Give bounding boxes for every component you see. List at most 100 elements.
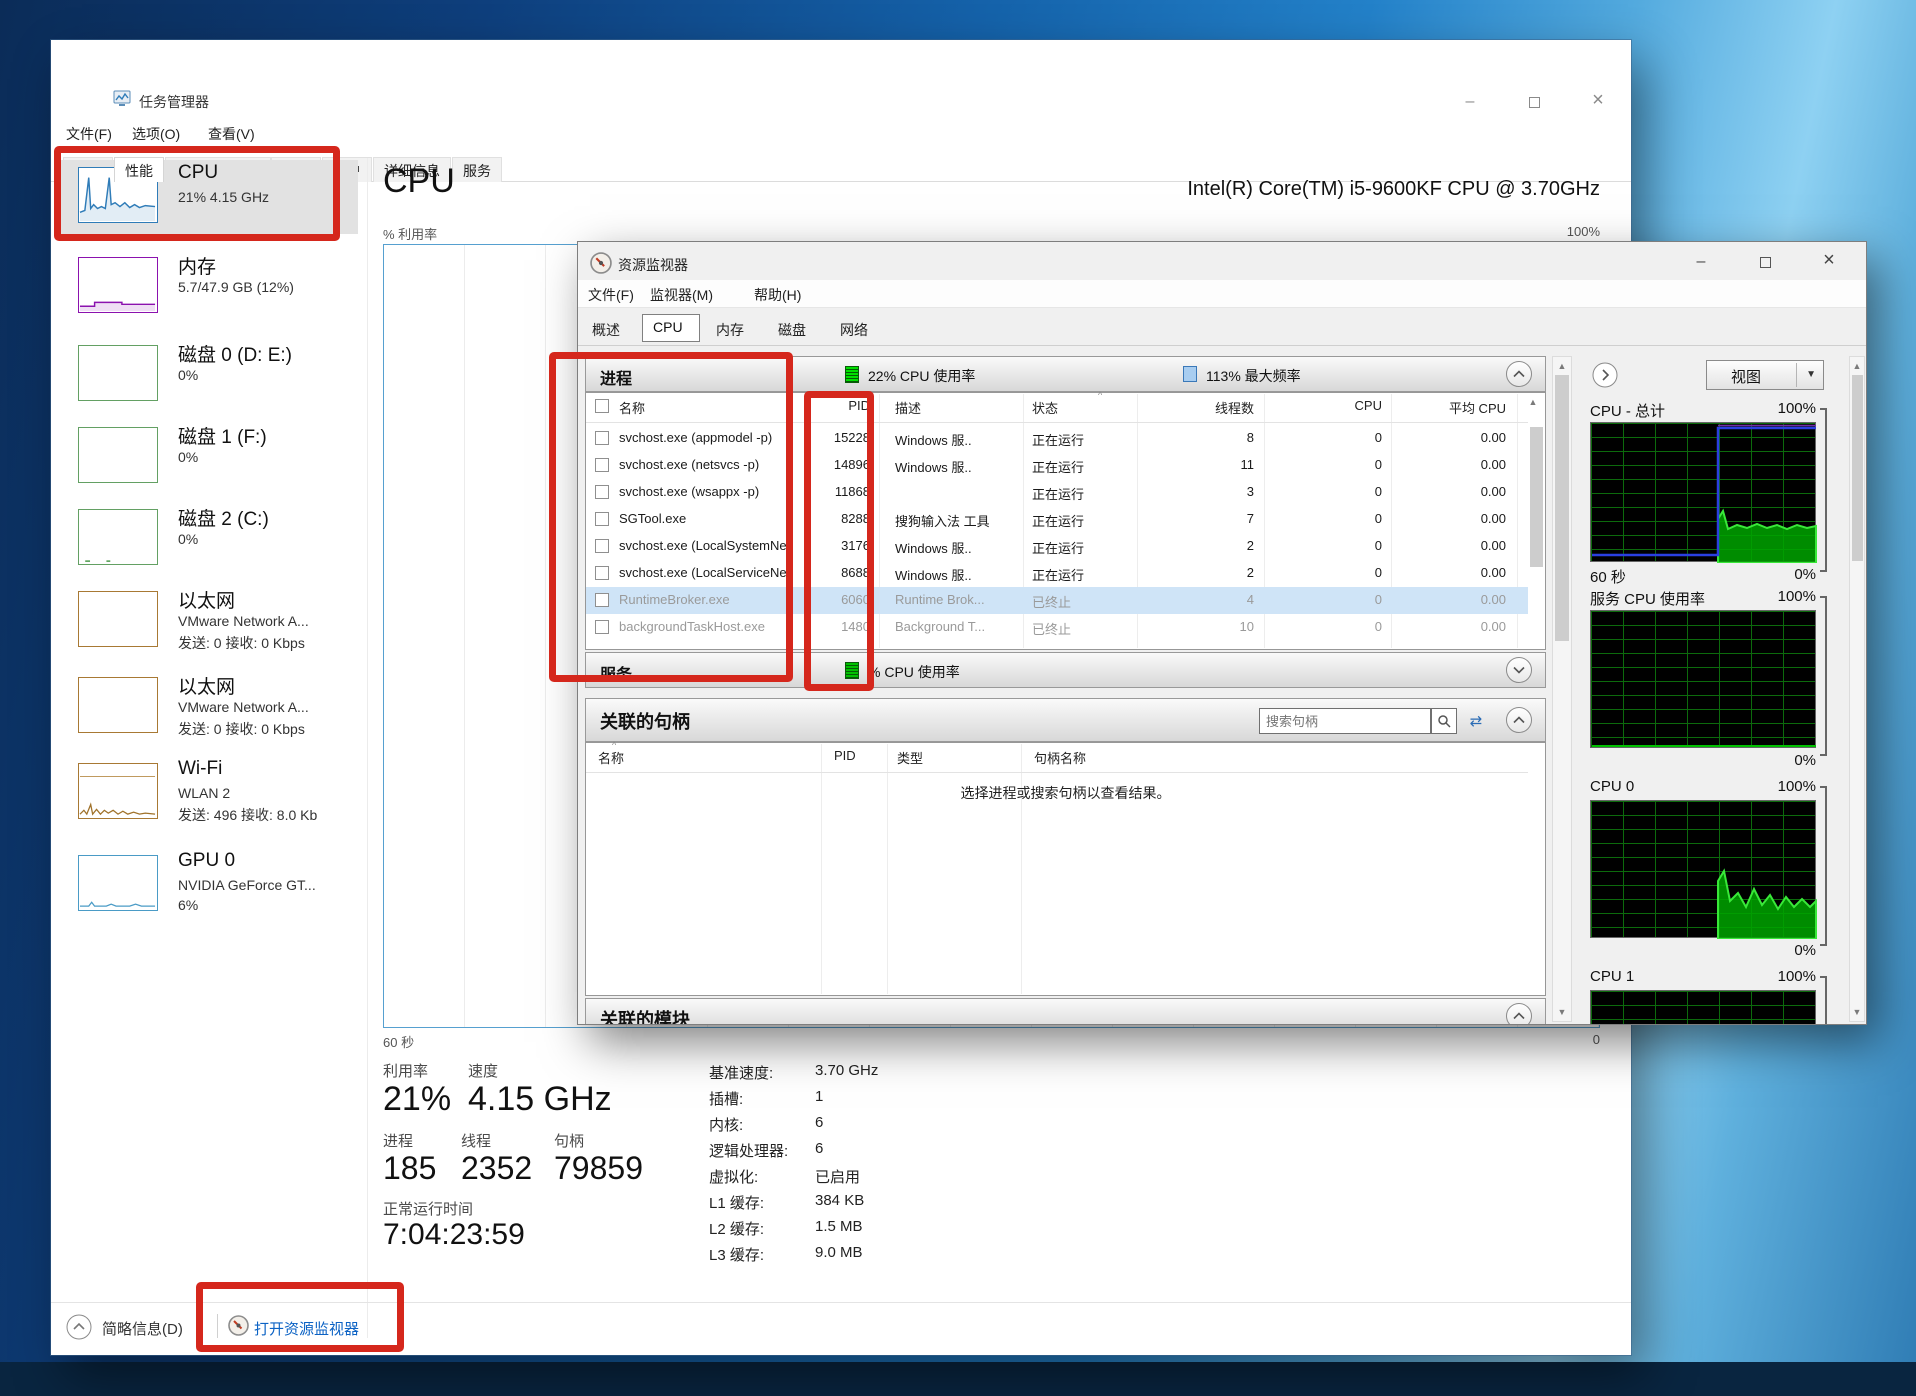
search-icon [1437,714,1451,728]
column-avg-cpu[interactable]: 平均 CPU [1398,398,1506,417]
collapse-handles-button[interactable] [1506,707,1532,733]
disk1-sparkline [78,427,158,483]
expand-panel-button[interactable] [1592,362,1618,388]
chevron-up-circle-icon[interactable] [66,1314,92,1340]
scroll-up-arrow[interactable]: ▲ [1553,361,1571,371]
close-button[interactable]: × [1806,246,1852,274]
expand-services-button[interactable] [1506,657,1532,683]
ethernet2-sparkline [78,677,158,733]
stat-uptime-value: 7:04:23:59 [383,1218,525,1252]
stat-threads-value: 2352 [461,1150,532,1187]
detail-value: 1 [815,1088,823,1105]
services-cpu-usage-text: % CPU 使用率 [868,662,960,682]
annotation-box-process-list [549,352,793,682]
window-title: 资源监视器 [618,255,688,275]
scroll-down-arrow[interactable]: ▼ [1850,1007,1864,1017]
stat-processes-value: 185 [383,1150,436,1187]
cpu0-graph [1590,800,1816,938]
column-threads[interactable]: 线程数 [1152,398,1254,417]
table-scrollbar-thumb[interactable] [1530,427,1543,567]
tab-overview[interactable]: 概述 [592,320,620,340]
graph-title: 服务 CPU 使用率 [1590,588,1705,609]
sidebar-item-ethernet1[interactable]: 以太网 VMware Network A... 发送: 0 接收: 0 Kbps [60,584,358,666]
tab-disk[interactable]: 磁盘 [778,320,806,340]
view-button[interactable]: 视图 ▼ [1706,360,1824,390]
graph-scale-bracket [1820,976,1827,1024]
menu-monitor[interactable]: 监视器(M) [650,285,713,305]
cpu1-graph [1590,990,1816,1024]
tab-memory[interactable]: 内存 [716,320,744,340]
view-button-divider [1796,363,1797,387]
detail-label: 虚拟化: [709,1166,758,1187]
menu-view[interactable]: 查看(V) [208,124,255,144]
detail-label: 内核: [709,1114,743,1135]
sidebar-item-wifi[interactable]: Wi-Fi WLAN 2 发送: 496 接收: 8.0 Kb [60,756,358,842]
chevron-down-icon [1513,666,1525,674]
scrollbar-thumb[interactable] [1555,375,1569,641]
summary-toggle[interactable]: 简略信息(D) [102,1318,183,1339]
max-frequency-text: 113% 最大频率 [1206,366,1301,386]
stat-processes-label: 进程 [383,1130,413,1151]
tab-strip-divider [578,345,1866,346]
column-handle-name[interactable]: 句柄名称 [1034,748,1254,767]
minimize-button[interactable]: – [1678,248,1724,276]
graph-title: CPU 0 [1590,778,1634,795]
stat-handles-value: 79859 [554,1150,643,1187]
sidebar-item-disk0[interactable]: 磁盘 0 (D: E:) 0% [60,338,358,408]
scroll-down-arrow[interactable]: ▼ [1553,1007,1571,1017]
vertical-scrollbar[interactable]: ▲ ▼ [1552,356,1572,1022]
collapse-processes-button[interactable] [1506,361,1532,387]
scrollbar-thumb[interactable] [1852,375,1863,561]
refresh-button[interactable]: ⇄ [1461,708,1491,734]
outer-vertical-scrollbar[interactable]: ▲ ▼ [1849,356,1865,1022]
close-icon: × [1592,89,1604,112]
maximize-button[interactable] [1511,88,1557,116]
services-cpu-graph [1590,610,1816,748]
stat-speed-value: 4.15 GHz [468,1080,612,1119]
sidebar-item-disk1[interactable]: 磁盘 1 (F:) 0% [60,420,358,490]
detail-label: L2 缓存: [709,1218,764,1239]
close-button[interactable]: × [1575,86,1621,114]
graph-xlabel: 60 秒 [1590,566,1626,587]
scroll-up-arrow[interactable]: ▲ [1850,361,1864,371]
detail-value: 9.0 MB [815,1244,863,1261]
cpu-usage-meter-icon [845,366,859,383]
column-status[interactable]: 状态 [1032,398,1144,417]
tab-network[interactable]: 网络 [840,320,868,340]
column-cpu[interactable]: CPU [1278,398,1382,413]
wifi-sparkline [78,763,158,819]
menu-options[interactable]: 选项(O) [132,124,180,144]
search-button[interactable] [1431,708,1457,734]
y-axis-max: 100% [1500,224,1600,239]
stat-handles-label: 句柄 [554,1130,584,1151]
column-desc[interactable]: 描述 [895,398,1021,417]
handle-search-input[interactable] [1259,708,1431,734]
graph-title: CPU 1 [1590,968,1634,985]
modules-section-header[interactable]: 关联的模块 [585,998,1546,1024]
maximize-button[interactable] [1742,248,1788,276]
sort-indicator: ^ [1098,390,1102,400]
cpu-total-graph [1590,422,1816,562]
column-pid[interactable]: PID [834,748,884,763]
menu-file[interactable]: 文件(F) [588,285,634,305]
sidebar-item-gpu[interactable]: GPU 0 NVIDIA GeForce GT... 6% [60,848,358,930]
sidebar-item-disk2[interactable]: 磁盘 2 (C:) 0% [60,502,358,572]
tab-cpu[interactable]: CPU [642,314,700,342]
column-name[interactable]: 名称 [598,748,778,767]
graph-scale-bracket [1820,408,1827,572]
handles-empty-message: 选择进程或搜索句柄以查看结果。 [586,783,1545,803]
handles-table-header[interactable]: ^ 名称 PID 类型 句柄名称 [586,743,1528,773]
minimize-button[interactable]: – [1447,88,1493,116]
table-scroll-up[interactable]: ▲ [1524,397,1542,407]
handles-section-header[interactable]: 关联的句柄 ⇄ [585,698,1546,742]
menu-file[interactable]: 文件(F) [66,124,112,144]
stat-uptime-label: 正常运行时间 [383,1198,473,1219]
desktop: 任务管理器 – × 文件(F) 选项(O) 查看(V) 进程 性能 应用历史记录… [0,0,1916,1396]
sidebar-item-memory[interactable]: 内存 5.7/47.9 GB (12%) [60,250,358,324]
menu-help[interactable]: 帮助(H) [754,285,801,305]
sidebar-item-ethernet2[interactable]: 以太网 VMware Network A... 发送: 0 接收: 0 Kbps [60,670,358,752]
column-type[interactable]: 类型 [897,748,1007,767]
collapse-modules-button[interactable] [1506,1003,1532,1024]
annotation-box-pid-column [804,391,874,691]
tab-services[interactable]: 服务 [452,157,502,182]
